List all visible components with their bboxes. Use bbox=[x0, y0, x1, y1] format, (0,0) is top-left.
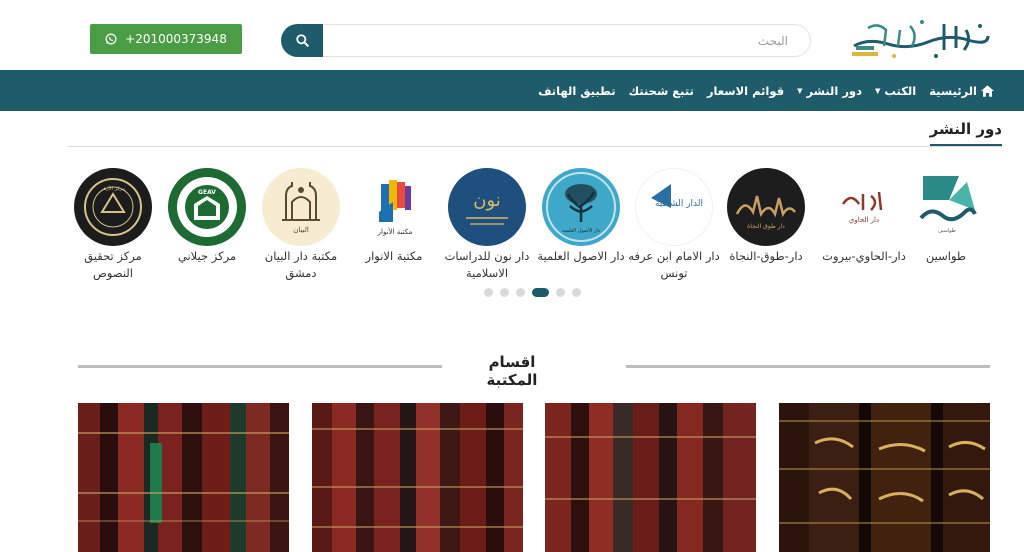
publisher-item-ibn-arafa[interactable]: الدار الشامية دار الامام ابن عرفه تونس bbox=[626, 168, 722, 282]
publishers-section-title: دور النشر bbox=[929, 120, 1002, 146]
publisher-name: مركز تحقيق النصوص bbox=[84, 249, 142, 280]
library-card-1[interactable] bbox=[78, 403, 289, 552]
publisher-name: مركز جيلاني bbox=[177, 249, 237, 263]
publisher-logo: طواسين bbox=[907, 168, 985, 246]
publisher-item-tawq-alnajat[interactable]: دار طوق النجاة دار-طوق-النجاة bbox=[718, 168, 814, 265]
nav-label-publishers: دور النشر bbox=[806, 83, 862, 98]
logo-graphic bbox=[852, 20, 990, 58]
carousel-dot-active[interactable] bbox=[532, 288, 549, 297]
publisher-item-noon[interactable]: نون دار نون للدراسات الاسلامية bbox=[439, 168, 535, 282]
section-divider-left bbox=[78, 365, 442, 368]
nav-label-track-shipment: تتبع شحنتك bbox=[628, 83, 694, 98]
main-nav: الرئيسية الكتب ▼ دور النشر ▼ قوائم الاسع… bbox=[0, 70, 1024, 111]
home-icon bbox=[981, 84, 994, 97]
nav-label-price-lists: قوائم الاسعار bbox=[706, 83, 785, 98]
bookshelf-image bbox=[779, 403, 990, 552]
nav-item-publishers[interactable]: دور النشر ▼ bbox=[797, 84, 862, 98]
search-button[interactable] bbox=[281, 24, 323, 57]
publisher-item-tawaseen[interactable]: طواسين طواسين bbox=[898, 168, 994, 265]
carousel-dot[interactable] bbox=[556, 288, 565, 297]
publisher-item-dar-albayan[interactable]: البيان مكتبة دار البيان دمشق bbox=[253, 168, 349, 282]
publisher-name: دار نون للدراسات الاسلامية bbox=[444, 249, 530, 280]
nav-list: الرئيسية الكتب ▼ دور النشر ▼ قوائم الاسع… bbox=[538, 70, 994, 111]
site-header: +201000373948 bbox=[0, 0, 1024, 70]
search-input[interactable] bbox=[321, 24, 811, 57]
publisher-item-maktabat-alanwar[interactable]: مكتبة الأنوار مكتبة الانوار bbox=[346, 168, 442, 265]
publisher-item-geylani[interactable]: GEAV مركز جيلاني bbox=[159, 168, 255, 265]
svg-text:دار الحاوي: دار الحاوي bbox=[849, 216, 879, 224]
publisher-name: طواسين bbox=[925, 249, 967, 263]
svg-text:الدار الشامية: الدار الشامية bbox=[655, 199, 703, 209]
publisher-logo: نون bbox=[448, 168, 526, 246]
caret-down-icon: ▼ bbox=[797, 86, 803, 95]
site-logo[interactable] bbox=[848, 16, 992, 62]
publisher-logo: الدار الشامية bbox=[635, 168, 713, 246]
caret-down-icon: ▼ bbox=[874, 86, 881, 95]
svg-text:دار طوق النجاة: دار طوق النجاة bbox=[747, 223, 785, 230]
svg-text:مركز الأزهر: مركز الأزهر bbox=[100, 185, 126, 192]
publisher-name: دار-الحاوي-بيروت bbox=[822, 249, 906, 263]
publisher-item-alusul-alilmiya[interactable]: دار الأصول العلمية دار الاصول العلمية bbox=[533, 168, 629, 265]
carousel-dot[interactable] bbox=[572, 288, 581, 297]
publisher-logo: مكتبة الأنوار bbox=[355, 168, 433, 246]
bookshelf-image bbox=[312, 403, 523, 552]
publisher-name: دار الامام ابن عرفه تونس bbox=[628, 249, 720, 280]
publisher-logo: البيان bbox=[262, 168, 340, 246]
nav-item-price-lists[interactable]: قوائم الاسعار bbox=[707, 84, 784, 98]
svg-text:طواسين: طواسين bbox=[938, 228, 955, 234]
svg-text:دار الأصول العلمية: دار الأصول العلمية bbox=[562, 227, 600, 234]
svg-text:البيان: البيان bbox=[293, 226, 309, 234]
publisher-name: دار-طوق-النجاة bbox=[729, 249, 803, 263]
publisher-logo: دار الأصول العلمية bbox=[542, 168, 620, 246]
library-card-3[interactable] bbox=[545, 403, 756, 552]
publisher-name: مكتبة دار البيان دمشق bbox=[264, 249, 338, 280]
publisher-logo: GEAV bbox=[168, 168, 246, 246]
publisher-logo: دار الحاوي bbox=[825, 168, 903, 246]
nav-item-mobile-app[interactable]: تطبيق الهاتف bbox=[538, 84, 615, 98]
svg-text:نون: نون bbox=[473, 190, 501, 211]
carousel-dot[interactable] bbox=[516, 288, 525, 297]
publisher-logo: مركز الأزهر bbox=[74, 168, 152, 246]
whatsapp-phone-button[interactable]: +201000373948 bbox=[90, 24, 242, 54]
publisher-name: مكتبة الانوار bbox=[365, 249, 423, 263]
library-card-4[interactable] bbox=[779, 403, 990, 552]
nav-item-books[interactable]: الكتب ▼ bbox=[875, 84, 916, 98]
library-section-title: اقسام المكتبة bbox=[486, 353, 538, 389]
search-bar bbox=[281, 24, 811, 57]
library-card-2[interactable] bbox=[312, 403, 523, 552]
publisher-item-alhawi[interactable]: دار الحاوي دار-الحاوي-بيروت bbox=[816, 168, 912, 265]
publisher-logo: دار طوق النجاة bbox=[727, 168, 805, 246]
carousel-dot[interactable] bbox=[500, 288, 509, 297]
nav-item-track-shipment[interactable]: تتبع شحنتك bbox=[629, 84, 694, 98]
search-icon bbox=[295, 34, 309, 47]
svg-text:GEAV: GEAV bbox=[198, 189, 216, 196]
section-divider bbox=[67, 146, 1002, 147]
nav-label-books: الكتب bbox=[884, 83, 917, 98]
publisher-name: دار الاصول العلمية bbox=[537, 249, 625, 263]
svg-text:مكتبة الأنوار: مكتبة الأنوار bbox=[377, 227, 413, 236]
whatsapp-icon bbox=[105, 33, 117, 45]
nav-label-home: الرئيسية bbox=[929, 83, 977, 98]
carousel-dots bbox=[484, 288, 581, 297]
phone-number: +201000373948 bbox=[125, 32, 227, 46]
nav-label-mobile-app: تطبيق الهاتف bbox=[538, 83, 616, 98]
bookshelf-image bbox=[545, 403, 756, 552]
bookshelf-image bbox=[78, 403, 289, 552]
carousel-dot[interactable] bbox=[484, 288, 493, 297]
section-divider-right bbox=[626, 365, 990, 368]
nav-item-home[interactable]: الرئيسية bbox=[929, 84, 994, 98]
publisher-item-tahqiq-alnusus[interactable]: مركز الأزهر مركز تحقيق النصوص bbox=[65, 168, 161, 282]
